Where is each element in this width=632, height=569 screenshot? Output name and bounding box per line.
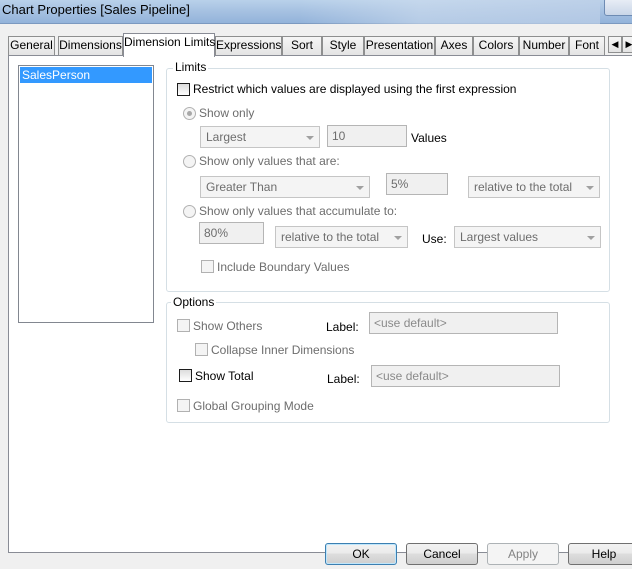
tab-strip: General Dimensions Dimension Limits Expr… [8, 33, 632, 57]
global-grouping-checkbox[interactable] [177, 399, 190, 412]
tab-font[interactable]: Font [569, 36, 605, 56]
chevron-left-icon: ◀ [611, 39, 619, 49]
use-label: Use: [422, 232, 447, 246]
show-only-count-value: 10 [332, 129, 346, 143]
limits-group-label: Limits [173, 60, 209, 74]
show-total-label: Show Total [195, 369, 254, 383]
show-total-checkbox[interactable] [179, 369, 192, 382]
show-only-mode-value: Largest [206, 130, 247, 144]
comparison-percent-value: 5% [391, 177, 409, 191]
comparison-relative-value: relative to the total [474, 180, 573, 194]
include-boundary-label: Include Boundary Values [217, 260, 350, 274]
chevron-down-icon [586, 186, 594, 190]
show-only-label: Show only [199, 106, 255, 120]
help-button[interactable]: Help [568, 543, 632, 565]
ok-button[interactable]: OK [325, 543, 397, 565]
comparison-operator-value: Greater Than [206, 180, 278, 194]
show-others-label: Show Others [193, 319, 263, 333]
show-others-label-field[interactable]: <use default> [369, 312, 558, 334]
chevron-down-icon [394, 236, 402, 240]
accumulate-percent-field[interactable]: 80% [199, 222, 264, 244]
tab-general[interactable]: General [8, 36, 55, 56]
tab-page-dimension-limits: SalesPerson Limits Restrict which values… [8, 55, 632, 553]
tab-scroll-right-button[interactable]: ▶ [622, 36, 632, 53]
show-only-count-field[interactable]: 10 [327, 125, 407, 147]
collapse-inner-dimensions-label: Collapse Inner Dimensions [211, 343, 355, 357]
tab-axes[interactable]: Axes [435, 36, 473, 56]
title-bar-background [300, 0, 600, 24]
use-value: Largest values [460, 230, 539, 244]
show-others-label-caption: Label: [326, 320, 359, 334]
tab-presentation[interactable]: Presentation [364, 36, 435, 56]
show-total-label-field[interactable]: <use default> [371, 365, 560, 387]
show-only-values-radio[interactable] [183, 155, 196, 168]
window-title: Chart Properties [Sales Pipeline] [2, 2, 190, 17]
show-only-values-label: Show only values that are: [199, 154, 340, 168]
close-button[interactable] [604, 0, 632, 16]
accumulate-percent-value: 80% [204, 226, 229, 240]
use-select[interactable]: Largest values [454, 226, 601, 248]
show-others-checkbox[interactable] [177, 319, 190, 332]
show-only-mode-select[interactable]: Largest [200, 126, 320, 148]
dimensions-listbox[interactable]: SalesPerson [18, 65, 154, 323]
comparison-relative-select[interactable]: relative to the total [468, 176, 600, 198]
options-group-label: Options [171, 295, 217, 309]
chevron-down-icon [306, 136, 314, 140]
values-label: Values [411, 131, 447, 145]
show-others-placeholder: <use default> [374, 316, 447, 330]
chevron-down-icon [356, 186, 364, 190]
comparison-operator-select[interactable]: Greater Than [200, 176, 370, 198]
title-bar: Chart Properties [Sales Pipeline] [0, 0, 632, 24]
tab-colors[interactable]: Colors [473, 36, 519, 56]
accumulate-label: Show only values that accumulate to: [199, 204, 398, 218]
collapse-inner-dimensions-checkbox[interactable] [195, 343, 208, 356]
chevron-down-icon [587, 236, 595, 240]
tab-style[interactable]: Style [322, 36, 364, 56]
show-only-radio[interactable] [183, 107, 196, 120]
restrict-checkbox[interactable] [177, 83, 190, 96]
show-total-placeholder: <use default> [376, 369, 449, 383]
accumulate-relative-value: relative to the total [281, 230, 380, 244]
tab-number[interactable]: Number [519, 36, 569, 56]
tab-scroll-left-button[interactable]: ◀ [608, 36, 622, 53]
dialog-body: General Dimensions Dimension Limits Expr… [0, 24, 632, 569]
chevron-right-icon: ▶ [625, 39, 632, 49]
tab-expressions[interactable]: Expressions [215, 36, 282, 56]
cancel-button[interactable]: Cancel [406, 543, 478, 565]
include-boundary-checkbox[interactable] [201, 260, 214, 273]
accumulate-relative-select[interactable]: relative to the total [275, 226, 408, 248]
tab-sort[interactable]: Sort [282, 36, 322, 56]
tab-dimension-limits[interactable]: Dimension Limits [123, 33, 215, 57]
global-grouping-label: Global Grouping Mode [193, 399, 314, 413]
restrict-label: Restrict which values are displayed usin… [193, 82, 517, 96]
comparison-percent-field[interactable]: 5% [386, 173, 448, 195]
show-total-label-caption: Label: [327, 372, 360, 386]
apply-button[interactable]: Apply [487, 543, 559, 565]
list-item[interactable]: SalesPerson [20, 67, 152, 83]
tab-dimensions[interactable]: Dimensions [58, 36, 123, 56]
accumulate-radio[interactable] [183, 205, 196, 218]
